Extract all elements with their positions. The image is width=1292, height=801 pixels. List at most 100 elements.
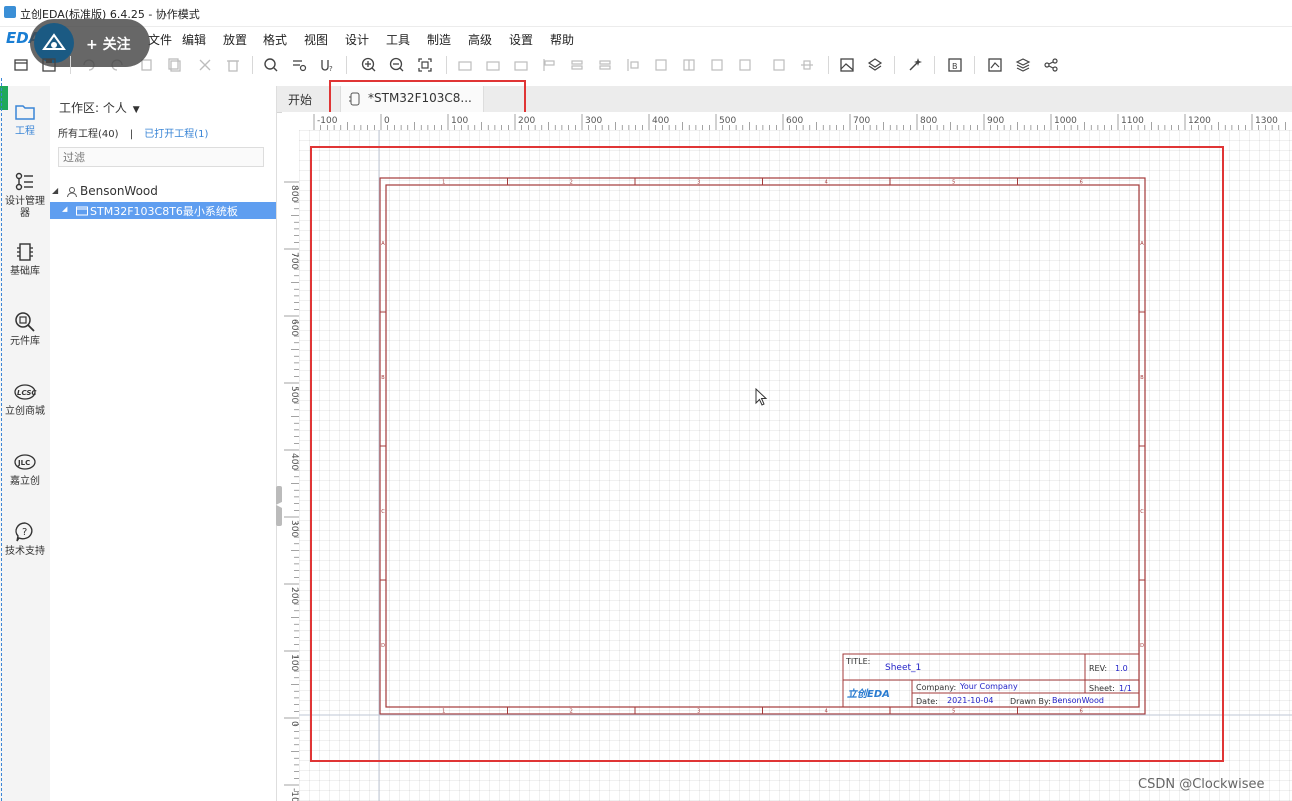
rotate-icon[interactable] <box>708 56 726 74</box>
distribute-h-icon[interactable] <box>624 56 642 74</box>
ruler-left-label: 200 <box>289 587 299 604</box>
nav-basic-library[interactable]: 基础库 <box>0 240 50 278</box>
delete-icon[interactable] <box>224 56 242 74</box>
menu-settings[interactable]: 设置 <box>509 31 533 48</box>
undo-icon[interactable] <box>80 56 98 74</box>
ruler-top-label: 1300 <box>1255 116 1278 126</box>
bom-icon[interactable]: B <box>946 56 964 74</box>
nav-component-library[interactable]: 元件库 <box>0 310 50 348</box>
project-folder-icon <box>76 206 88 216</box>
annotate-icon[interactable]: ? <box>318 56 336 74</box>
copy-icon[interactable] <box>138 56 156 74</box>
ruler-left-label: 400 <box>289 453 299 470</box>
filter-input[interactable] <box>58 147 264 167</box>
find-replace-icon[interactable] <box>290 56 308 74</box>
redo-icon[interactable] <box>108 56 126 74</box>
tree-user-node[interactable]: ◢ BensonWood <box>50 183 276 201</box>
nav-jlc[interactable]: JLC 嘉立创 <box>0 450 50 488</box>
app-icon <box>4 6 16 18</box>
ruler-top-label: -100 <box>317 116 338 126</box>
nav-lcsc[interactable]: LCSC 立创商城 <box>0 380 50 418</box>
svg-text:JLC: JLC <box>17 459 30 467</box>
ruler-top-label: 800 <box>920 116 937 126</box>
zoom-out-icon[interactable] <box>388 56 406 74</box>
caret-down-icon: ▼ <box>132 105 140 115</box>
project-panel: 工作区: 个人 ▼ 所有工程(40) | 已打开工程(1) ◢ BensonWo… <box>50 86 277 801</box>
ruler-top-label: 700 <box>853 116 870 126</box>
jlc-icon: JLC <box>14 454 36 470</box>
ruler-top-label: 1000 <box>1054 116 1077 126</box>
svg-text:B: B <box>952 62 958 71</box>
save-icon[interactable] <box>40 56 58 74</box>
tree-project-node[interactable]: ◢ STM32F103C8T6最小系统板 <box>50 202 276 219</box>
folder-icon <box>15 105 35 120</box>
nav-label: 技术支持 <box>5 546 45 557</box>
nav-project[interactable]: 工程 <box>0 100 50 138</box>
layers-icon[interactable] <box>866 56 884 74</box>
menu-bar: 文件 编辑 放置 格式 视图 设计 工具 制造 高级 设置 帮助 <box>0 26 1292 50</box>
expand-arrow-icon: ◢ <box>52 186 59 195</box>
design-manager-icon <box>15 172 33 191</box>
nav-label: 工程 <box>15 126 35 137</box>
ruler-left-label: 300 <box>289 520 299 537</box>
menu-advanced[interactable]: 高级 <box>468 31 492 48</box>
align-center-icon[interactable] <box>568 56 586 74</box>
cut-icon[interactable] <box>196 56 214 74</box>
ruler-top-label: 1200 <box>1188 116 1211 126</box>
stack-icon[interactable] <box>1014 56 1032 74</box>
magic-wand-icon[interactable] <box>906 56 924 74</box>
new-file-icon[interactable] <box>12 56 30 74</box>
ruler-left-label: -100 <box>289 788 299 801</box>
watermark: CSDN @Clockwisee <box>1138 777 1265 792</box>
svg-text:?: ? <box>22 527 27 538</box>
search-icon[interactable] <box>262 56 280 74</box>
share-icon[interactable] <box>1042 56 1060 74</box>
align-middle-icon[interactable] <box>596 56 614 74</box>
menu-place[interactable]: 放置 <box>223 31 247 48</box>
lcsc-icon: LCSC <box>14 384 37 400</box>
convert-pcb-icon[interactable] <box>986 56 1004 74</box>
menu-fabrication[interactable]: 制造 <box>427 31 451 48</box>
menu-design[interactable]: 设计 <box>345 31 369 48</box>
menu-help[interactable]: 帮助 <box>550 31 574 48</box>
fit-view-icon[interactable] <box>416 56 434 74</box>
align-left-icon[interactable] <box>456 56 474 74</box>
align-right-icon[interactable] <box>484 56 502 74</box>
menu-edit[interactable]: 编辑 <box>182 31 206 48</box>
align-bottom-icon[interactable] <box>540 56 558 74</box>
ruler-top-label: 1100 <box>1121 116 1144 126</box>
tab-start[interactable]: 开始 <box>277 86 327 112</box>
all-projects-link[interactable]: 所有工程(40) <box>58 129 119 140</box>
paste-icon[interactable] <box>166 56 184 74</box>
flip-h-icon[interactable] <box>736 56 754 74</box>
menu-tools[interactable]: 工具 <box>386 31 410 48</box>
toolbar: ? B <box>0 52 1292 78</box>
ruler-left-label: 800 <box>289 185 299 202</box>
zoom-in-icon[interactable] <box>360 56 378 74</box>
title-bar: 立创EDA(标准版) 6.4.25 - 协作模式 <box>0 0 1292 27</box>
chip-icon <box>17 243 33 261</box>
tab-label: 开始 <box>288 93 313 107</box>
menu-file[interactable]: 文件 <box>148 31 172 48</box>
menu-view[interactable]: 视图 <box>304 31 328 48</box>
distribute-v-icon[interactable] <box>652 56 670 74</box>
menu-format[interactable]: 格式 <box>263 31 287 48</box>
help-icon: ? <box>15 522 33 542</box>
nav-label: 设计管理器 <box>5 196 45 219</box>
ruler-left-label: 500 <box>289 386 299 403</box>
bring-front-icon[interactable] <box>798 56 816 74</box>
nav-label: 基础库 <box>10 266 40 277</box>
ruler-top-label: 0 <box>384 116 390 126</box>
nav-design-manager[interactable]: 设计管理器 <box>0 170 50 220</box>
workspace-selector[interactable]: 工作区: 个人 ▼ <box>59 99 140 116</box>
user-icon <box>67 187 77 198</box>
workspace-label: 工作区: 个人 <box>59 101 127 115</box>
ruler-left-label: 700 <box>289 252 299 269</box>
open-projects-link[interactable]: 已打开工程(1) <box>144 129 208 140</box>
grid-align-icon[interactable] <box>680 56 698 74</box>
align-top-icon[interactable] <box>512 56 530 74</box>
flip-v-icon[interactable] <box>770 56 788 74</box>
image-icon[interactable] <box>838 56 856 74</box>
nav-support[interactable]: ? 技术支持 <box>0 520 50 558</box>
ruler-top-label: 100 <box>451 116 468 126</box>
